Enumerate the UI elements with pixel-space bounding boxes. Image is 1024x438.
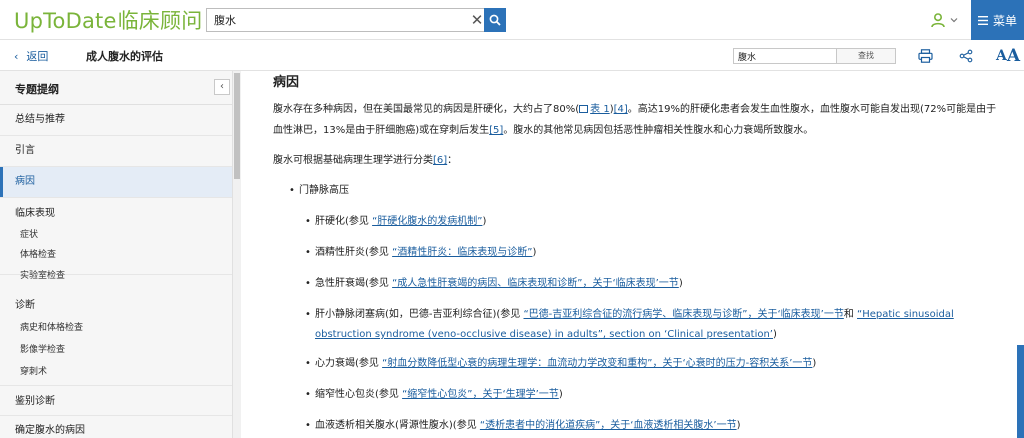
bullet-text: 缩窄性心包炎(参见 bbox=[315, 389, 403, 400]
menu-button[interactable]: 菜单 bbox=[971, 0, 1024, 40]
font-size-icon-large: A bbox=[1006, 46, 1021, 66]
find-in-page-input[interactable] bbox=[733, 48, 837, 64]
user-icon bbox=[931, 13, 945, 28]
outline-subitem-history[interactable]: 病史和体格检查 bbox=[0, 319, 232, 337]
outline-subitem-symptoms[interactable]: 症状 bbox=[0, 226, 232, 244]
print-icon bbox=[917, 49, 933, 63]
search-icon bbox=[489, 14, 501, 26]
font-size-button[interactable]: AA bbox=[995, 46, 1021, 66]
outline-item-diagnosis-label[interactable]: 诊断 bbox=[15, 291, 232, 318]
paragraph-text: ： bbox=[447, 155, 458, 166]
bullet-text: ) bbox=[482, 216, 487, 227]
share-icon bbox=[959, 49, 973, 63]
topic-link[interactable]: “酒精性肝炎：临床表现与诊断” bbox=[392, 247, 532, 258]
bullet-text: 肝小静脉闭塞病(如，巴德-吉亚利综合征)(参见 bbox=[315, 309, 524, 320]
outline-header: 专题提纲 ‹ bbox=[0, 71, 232, 105]
bullet-alcoholic-hepatitis: 酒精性肝炎(参见 “酒精性肝炎：临床表现与诊断”) bbox=[305, 243, 537, 263]
bullet-hemodialysis-ascites: 血液透析相关腹水(肾源性腹水)(参见 “透析患者中的消化道疾病”，关于‘血液透析… bbox=[305, 416, 741, 436]
topic-link[interactable]: “成人急性肝衰竭的病因、临床表现和诊断”，关于‘临床表现’一节 bbox=[392, 278, 679, 289]
search-button[interactable] bbox=[484, 8, 506, 32]
outline-title: 专题提纲 bbox=[15, 83, 59, 96]
share-button[interactable] bbox=[957, 47, 975, 65]
hamburger-icon bbox=[977, 15, 988, 25]
outline-item-differential[interactable]: 鉴别诊断 bbox=[0, 387, 232, 416]
bullet-text: ) bbox=[532, 247, 537, 258]
paragraph-etiology: 腹水存在多种病因，但在美国最常见的病因是肝硬化，大约占了80%(表 1)[4]。… bbox=[273, 99, 1003, 141]
paragraph-classification: 腹水可根据基础病理生理学进行分类[6]： bbox=[273, 150, 1003, 171]
chevron-down-icon bbox=[950, 18, 958, 23]
menu-label: 菜单 bbox=[992, 13, 1017, 28]
bullet-heart-failure: 心力衰竭(参见 “射血分数降低型心衰的病理生理学：血流动力学改变和重构”，关于‘… bbox=[305, 354, 817, 374]
outline-subitem-physical-exam[interactable]: 体格检查 bbox=[0, 246, 232, 264]
bullet-text: 急性肝衰竭(参见 bbox=[315, 278, 393, 289]
bullet-text: ) bbox=[558, 389, 563, 400]
outline-item-intro[interactable]: 引言 bbox=[0, 136, 232, 167]
bullet-portal-hypertension: 门静脉高压 bbox=[289, 181, 349, 201]
table-link-label: 表 1 bbox=[590, 104, 610, 115]
topic-outline-sidebar: 专题提纲 ‹ 总结与推荐 引言 病因 临床表现 症状 体格检查 实验室检查 诊断… bbox=[0, 71, 233, 438]
bullet-constrictive-pericarditis: 缩窄性心包炎(参见 “缩窄性心包炎”，关于‘生理学’一节) bbox=[305, 385, 563, 405]
topic-title: 成人腹水的评估 bbox=[86, 50, 163, 63]
bullet-text: ) bbox=[736, 420, 741, 431]
bullet-hepatic-vein-obstruction: 肝小静脉闭塞病(如，巴德-吉亚利综合征)(参见 “巴德-吉亚利综合征的流行病学、… bbox=[305, 305, 995, 345]
reference-link[interactable]: [6] bbox=[433, 155, 447, 166]
chevron-left-icon: ‹ bbox=[14, 50, 19, 63]
topic-content: 病因 腹水存在多种病因，但在美国最常见的病因是肝硬化，大约占了80%( 表 1) [… bbox=[241, 71, 1017, 438]
bullet-text: 酒精性肝炎(参见 bbox=[315, 247, 393, 258]
logo-text-cn: 临床顾问 bbox=[117, 9, 203, 33]
find-button[interactable]: 查找 bbox=[837, 48, 896, 64]
collapse-sidebar-button[interactable]: ‹ bbox=[214, 79, 230, 95]
outline-item-summary[interactable]: 总结与推荐 bbox=[0, 105, 232, 136]
back-link[interactable]: ‹ 返回 bbox=[14, 48, 48, 64]
table-icon bbox=[579, 105, 589, 113]
bullet-text: 心力衰竭(参见 bbox=[315, 358, 383, 369]
uptodate-logo[interactable]: UpToDate临床顾问 bbox=[14, 5, 202, 35]
table-link[interactable]: 表 1 bbox=[579, 104, 610, 115]
reference-link[interactable]: [4] bbox=[614, 104, 628, 115]
topic-toolbar: ‹ 返回 成人腹水的评估 查找 AA bbox=[0, 40, 1024, 71]
topic-link[interactable]: “缩窄性心包炎”，关于‘生理学’一节 bbox=[402, 389, 559, 400]
topic-link[interactable]: “透析患者中的消化道疾病”，关于‘血液透析相关腹水’一节 bbox=[480, 420, 737, 431]
print-button[interactable] bbox=[916, 47, 934, 65]
outline-item-clinical-label[interactable]: 临床表现 bbox=[15, 198, 232, 226]
outline-subitem-imaging[interactable]: 影像学检查 bbox=[0, 341, 232, 359]
outline-subitem-lab-tests[interactable]: 实验室检查 bbox=[0, 267, 232, 285]
font-size-icon: A bbox=[995, 48, 1007, 64]
search-box: ✕ bbox=[206, 8, 506, 32]
outline-item-etiology[interactable]: 病因 bbox=[0, 167, 232, 198]
bullet-text: 肝硬化(参见 bbox=[315, 216, 373, 227]
top-bar: UpToDate临床顾问 ✕ 菜单 bbox=[0, 0, 1024, 40]
chevron-left-icon: ‹ bbox=[220, 81, 224, 92]
user-account-button[interactable] bbox=[930, 10, 964, 30]
bullet-text: 血液透析相关腹水(肾源性腹水)(参见 bbox=[315, 420, 480, 431]
topic-link[interactable]: “射血分数降低型心衰的病理生理学：血流动力学改变和重构”，关于‘心衰时的压力-容… bbox=[382, 358, 812, 369]
search-input[interactable] bbox=[207, 9, 463, 31]
bullet-acute-liver-failure: 急性肝衰竭(参见 “成人急性肝衰竭的病因、临床表现和诊断”，关于‘临床表现’一节… bbox=[305, 274, 683, 294]
back-label: 返回 bbox=[26, 50, 49, 63]
section-title: 病因 bbox=[273, 75, 300, 90]
bullet-text: ) bbox=[812, 358, 817, 369]
outline-subitem-paracentesis[interactable]: 穿刺术 bbox=[0, 363, 232, 381]
feedback-tab[interactable] bbox=[1017, 345, 1024, 438]
paragraph-text: 。腹水的其他常见病因包括恶性肿瘤相关性腹水和心力衰竭所致腹水。 bbox=[503, 125, 814, 136]
topic-link[interactable]: “肝硬化腹水的发病机制” bbox=[372, 216, 482, 227]
bullet-cirrhosis: 肝硬化(参见 “肝硬化腹水的发病机制”) bbox=[305, 212, 487, 232]
bullet-text: ) bbox=[772, 329, 777, 340]
scrollbar-thumb[interactable] bbox=[234, 73, 240, 179]
outline-item-determine-cause[interactable]: 确定腹水的病因 bbox=[0, 417, 232, 438]
paragraph-text: 腹水存在多种病因，但在美国最常见的病因是肝硬化，大约占了80%( bbox=[273, 104, 580, 115]
reference-link[interactable]: [5] bbox=[489, 125, 503, 136]
logo-text: UpToDate bbox=[14, 9, 117, 33]
topic-link[interactable]: “巴德-吉亚利综合征的流行病学、临床表现与诊断”，关于‘临床表现’一节 bbox=[524, 309, 844, 320]
paragraph-text: 腹水可根据基础病理生理学进行分类 bbox=[273, 155, 433, 166]
bullet-text: ) bbox=[678, 278, 683, 289]
bullet-text: 和 bbox=[843, 309, 858, 320]
sidebar-scrollbar[interactable] bbox=[233, 71, 241, 438]
